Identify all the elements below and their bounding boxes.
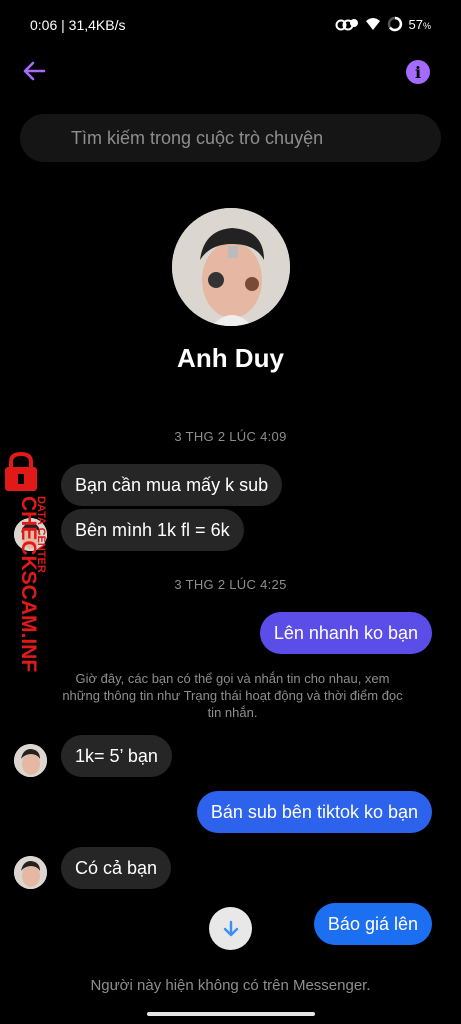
sender-avatar[interactable] bbox=[14, 856, 47, 889]
timestamp: 3 THG 2 LÚC 4:25 bbox=[174, 577, 287, 592]
watermark-brand: CHECKSCAM.INFO bbox=[17, 496, 40, 672]
incoming-message[interactable]: Có cả bạn bbox=[61, 847, 172, 889]
footer-notice: Người này hiện không có trên Messenger. bbox=[90, 977, 371, 994]
incoming-message[interactable]: 1k= 5’ bạn bbox=[61, 735, 172, 777]
info-button[interactable]: i bbox=[406, 60, 430, 84]
info-icon: i bbox=[414, 62, 422, 82]
status-bar: 0:06 | 31,4KB/s 57% bbox=[0, 0, 461, 50]
scroll-down-arrow-icon bbox=[223, 920, 238, 936]
sender-avatar[interactable] bbox=[14, 744, 47, 777]
scroll-down-button[interactable] bbox=[209, 907, 252, 950]
outgoing-message[interactable]: Báo giá lên bbox=[313, 903, 432, 945]
incoming-message[interactable]: Bên mình 1k fl = 6k bbox=[61, 509, 244, 551]
wifi-icon bbox=[365, 17, 381, 31]
timestamp: 3 THG 2 LÚC 4:09 bbox=[174, 429, 287, 444]
back-arrow-icon bbox=[23, 61, 46, 81]
search-input[interactable] bbox=[20, 114, 441, 162]
search-bar[interactable] bbox=[20, 114, 441, 162]
profile-avatar[interactable] bbox=[172, 208, 290, 326]
battery-level: 57% bbox=[408, 16, 431, 32]
battery-icon bbox=[387, 16, 403, 32]
lock-icon bbox=[5, 451, 37, 491]
signal-icon bbox=[335, 17, 359, 31]
profile-name: Anh Duy bbox=[177, 343, 284, 373]
home-indicator[interactable] bbox=[147, 1012, 315, 1016]
outgoing-message[interactable]: Bán sub bên tiktok ko bạn bbox=[196, 791, 432, 833]
back-button[interactable] bbox=[20, 57, 48, 85]
status-icons: 57% bbox=[335, 16, 431, 32]
watermark: DATA CENTER CHECKSCAM.INFO bbox=[2, 451, 48, 689]
system-note: Giờ đây, các bạn có thể gọi và nhắn tin … bbox=[62, 671, 403, 720]
outgoing-message[interactable]: Lên nhanh ko bạn bbox=[259, 612, 432, 654]
status-time-speed: 0:06 | 31,4KB/s bbox=[30, 17, 126, 33]
incoming-message[interactable]: Bạn cần mua mấy k sub bbox=[61, 464, 283, 506]
